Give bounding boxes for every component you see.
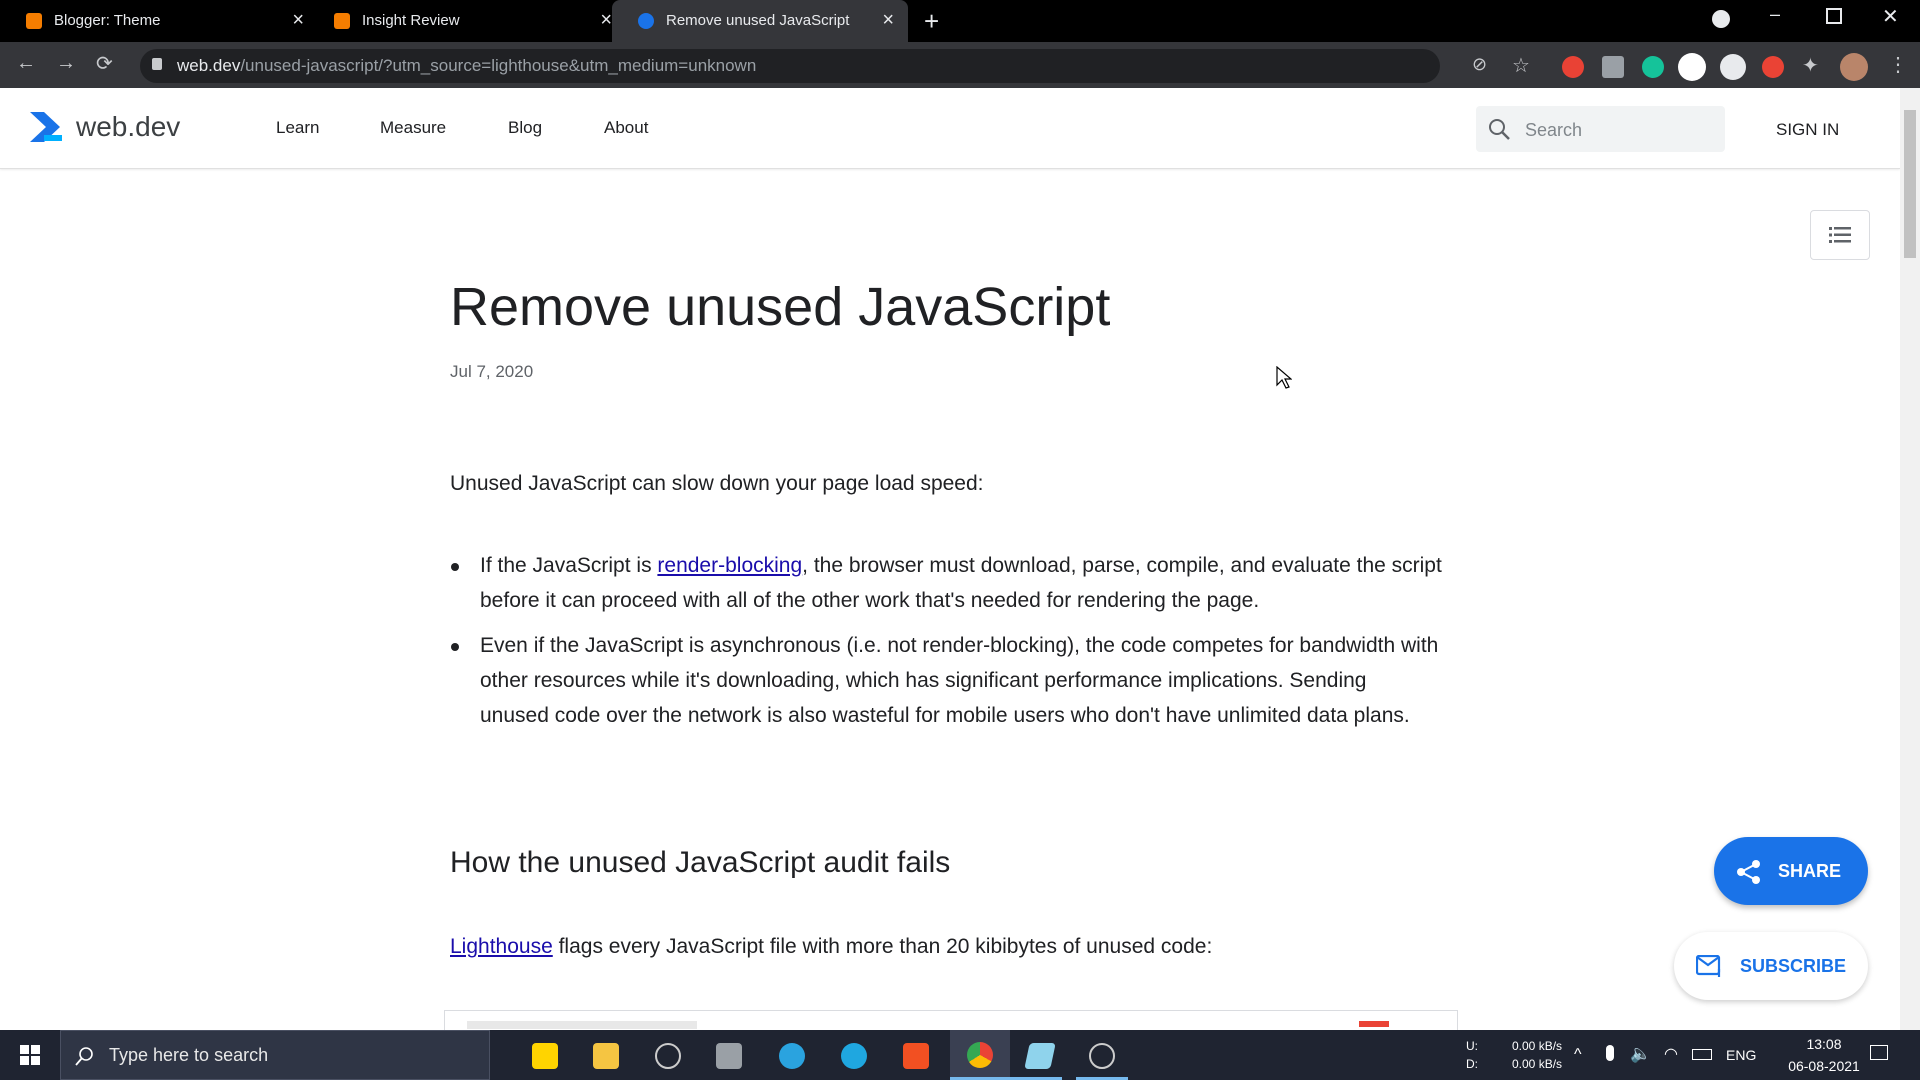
net-up-label: U:: [1466, 1039, 1478, 1053]
share-icon: [1737, 860, 1760, 884]
nav-blog[interactable]: Blog: [508, 118, 542, 138]
back-icon[interactable]: ←: [16, 52, 36, 75]
tab-blogger-theme[interactable]: Blogger: Theme ×: [0, 0, 318, 42]
list-item-text: If the JavaScript is: [480, 554, 658, 577]
nav-about[interactable]: About: [604, 118, 648, 138]
battery-icon[interactable]: [1692, 1049, 1712, 1060]
net-upload-speed: 0.00 kB/s: [1512, 1039, 1563, 1053]
share-label: SHARE: [1778, 861, 1842, 881]
table-of-contents-button[interactable]: [1810, 210, 1870, 260]
taskbar-search-input[interactable]: Type here to search: [60, 1030, 490, 1080]
close-icon[interactable]: ×: [882, 9, 894, 32]
obs-icon[interactable]: [655, 1043, 681, 1069]
microphone-icon[interactable]: [1606, 1045, 1614, 1061]
avatar[interactable]: [1840, 53, 1868, 81]
browser-menu-icon[interactable]: ⋮: [1888, 52, 1908, 77]
blogger-icon: [26, 13, 42, 29]
app-blue-icon[interactable]: [1024, 1043, 1056, 1069]
sign-in-button[interactable]: SIGN IN: [1776, 120, 1839, 140]
extension-red-icon[interactable]: [1762, 56, 1784, 78]
chrome-icon: [967, 1042, 993, 1068]
bullet-dot: [451, 563, 459, 571]
list-item: Even if the JavaScript is asynchronous (…: [480, 634, 1439, 727]
page-title: Remove unused JavaScript: [450, 277, 1111, 337]
close-icon[interactable]: ×: [292, 9, 304, 32]
extension-screen-icon[interactable]: [1602, 56, 1624, 78]
site-logo-text[interactable]: web.dev: [76, 111, 180, 143]
language-indicator[interactable]: ENG: [1726, 1047, 1756, 1063]
volume-icon[interactable]: 🔈: [1630, 1044, 1651, 1064]
search-icon: [75, 1047, 93, 1066]
render-blocking-link[interactable]: render-blocking: [657, 554, 802, 577]
tab-title: Insight Review: [362, 12, 460, 29]
url-text[interactable]: web.dev/unused-javascript/?utm_source=li…: [177, 56, 756, 76]
net-download-speed: 0.00 kB/s: [1512, 1057, 1563, 1071]
net-down-label: D:: [1466, 1057, 1478, 1071]
mail-app-icon[interactable]: [716, 1043, 742, 1069]
nav-measure[interactable]: Measure: [380, 118, 446, 138]
lock-icon[interactable]: [152, 58, 162, 70]
mouse-cursor-icon: [1276, 366, 1292, 389]
webdev-icon: [638, 13, 654, 29]
share-button[interactable]: SHARE: [1714, 837, 1868, 905]
tab-remove-unused-javascript[interactable]: Remove unused JavaScript ×: [612, 0, 908, 42]
nav-learn[interactable]: Learn: [276, 118, 319, 138]
search-placeholder: Search: [1525, 120, 1583, 140]
extension-white-icon[interactable]: [1678, 53, 1706, 81]
sticky-notes-icon[interactable]: [532, 1043, 558, 1069]
grammarly-icon[interactable]: [1642, 56, 1664, 78]
edge-icon[interactable]: [841, 1043, 867, 1069]
intro-paragraph: Unused JavaScript can slow down your pag…: [450, 472, 984, 495]
audit-paragraph: Lighthouse flags every JavaScript file w…: [450, 929, 1450, 964]
file-explorer-icon[interactable]: [593, 1043, 619, 1069]
bookmark-star-icon[interactable]: ☆: [1512, 53, 1530, 78]
tracking-blocked-icon[interactable]: ⊘: [1472, 54, 1487, 75]
taskbar-chrome-active[interactable]: [950, 1030, 1010, 1080]
profile-menu-icon[interactable]: [1712, 10, 1730, 28]
site-search-input[interactable]: [1476, 106, 1725, 152]
subscribe-label: SUBSCRIBE: [1740, 956, 1847, 976]
minimize-icon[interactable]: –: [1770, 4, 1780, 25]
extension-color-icon[interactable]: [1562, 56, 1584, 78]
lighthouse-link[interactable]: Lighthouse: [450, 935, 553, 958]
clock-date[interactable]: 06-08-2021: [1772, 1058, 1876, 1074]
bullet-dot: [451, 643, 459, 651]
extension-pen-icon[interactable]: [1720, 54, 1746, 80]
url-domain: web.dev: [177, 56, 241, 75]
notifications-icon[interactable]: [1870, 1045, 1888, 1060]
obs-icon[interactable]: [1089, 1043, 1115, 1069]
chevron-up-icon[interactable]: ^: [1574, 1046, 1582, 1064]
tab-insight-review[interactable]: Insight Review ×: [308, 0, 626, 42]
publish-date: Jul 7, 2020: [450, 362, 534, 381]
tab-title: Blogger: Theme: [54, 12, 161, 29]
search-icon: [1489, 119, 1510, 140]
url-path: /unused-javascript/?utm_source=lighthous…: [240, 56, 757, 75]
close-icon[interactable]: ×: [600, 9, 612, 32]
tab-title: Remove unused JavaScript: [666, 12, 850, 29]
new-tab-icon[interactable]: +: [924, 6, 939, 37]
scrollbar-thumb[interactable]: [1904, 110, 1916, 258]
extensions-puzzle-icon[interactable]: ✦: [1802, 53, 1819, 78]
app-red-icon[interactable]: [903, 1043, 929, 1069]
list-icon: [1829, 227, 1851, 243]
restore-icon[interactable]: [1826, 8, 1842, 24]
audit-screenshot-image: [444, 1010, 1458, 1031]
mail-icon: [1696, 955, 1721, 977]
list-item: If the JavaScript is render-blocking, th…: [480, 548, 1460, 618]
reload-icon[interactable]: ⟳: [96, 51, 113, 76]
forward-icon[interactable]: →: [56, 52, 76, 75]
section-heading: How the unused JavaScript audit fails: [450, 846, 951, 879]
paragraph-text: flags every JavaScript file with more th…: [552, 935, 1213, 958]
subscribe-button[interactable]: SUBSCRIBE: [1674, 932, 1868, 1000]
windows-start-icon[interactable]: [20, 1045, 40, 1065]
taskbar-search-placeholder: Type here to search: [109, 1045, 269, 1065]
webdev-logo-icon[interactable]: [30, 112, 64, 142]
blogger-icon: [334, 13, 350, 29]
clock-time[interactable]: 13:08: [1792, 1036, 1856, 1052]
window-close-icon[interactable]: ✕: [1882, 4, 1899, 29]
wifi-icon[interactable]: ◠: [1664, 1044, 1678, 1064]
telegram-icon[interactable]: [779, 1043, 805, 1069]
